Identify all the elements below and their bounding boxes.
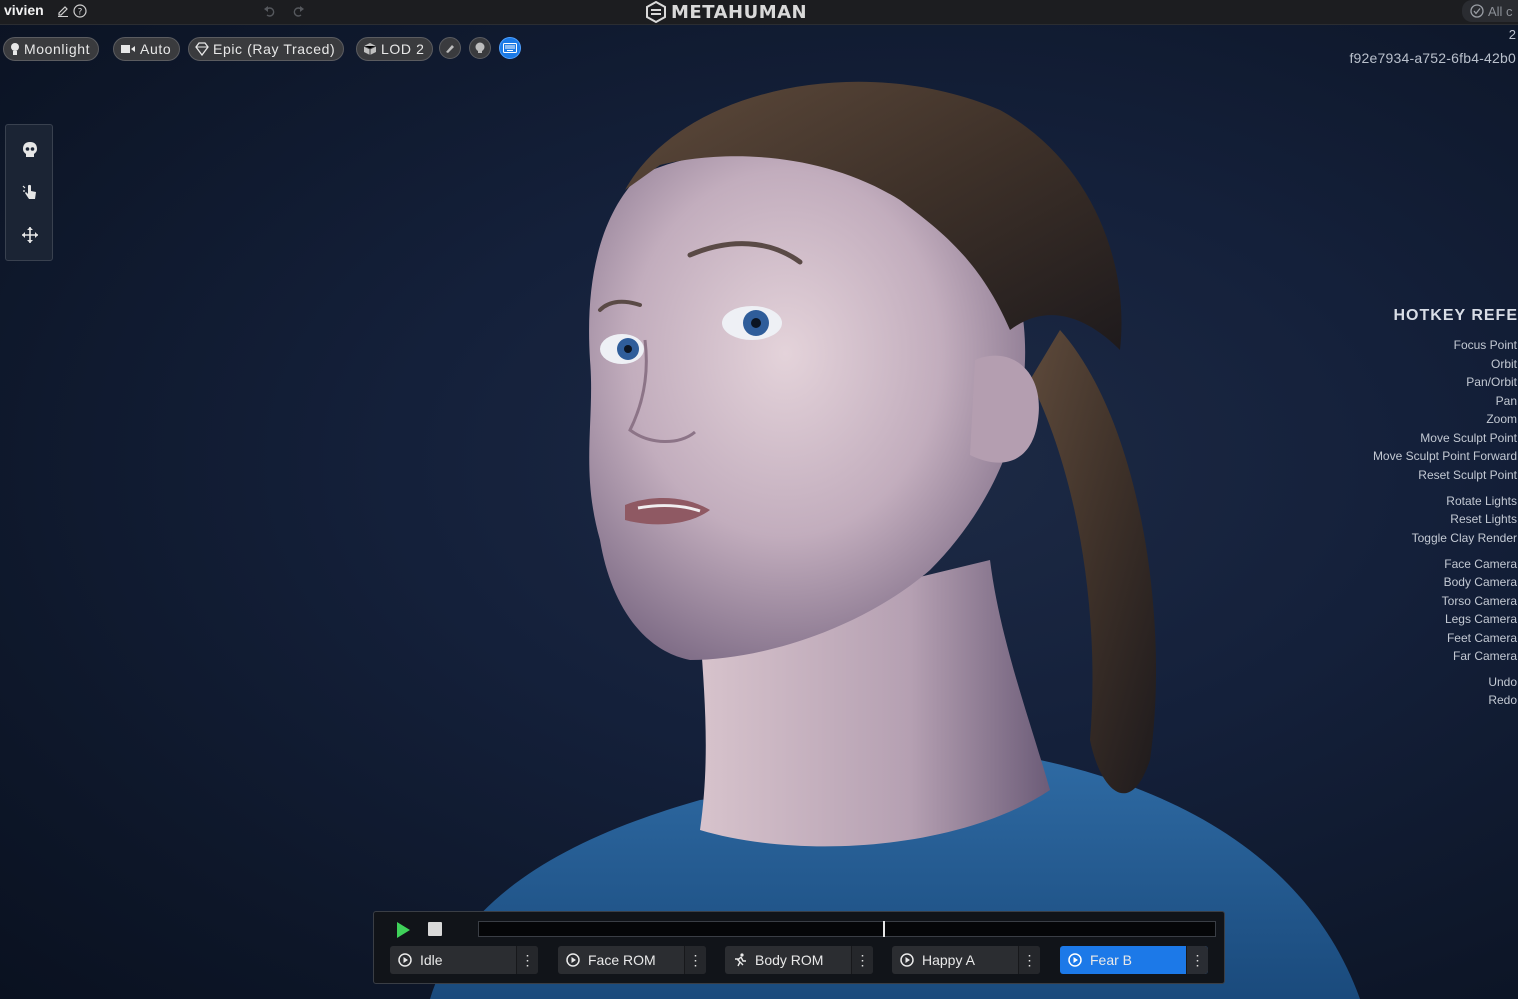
hotkey-item: Feet Camera — [1446, 631, 1517, 645]
anim-select[interactable]: Fear B — [1060, 946, 1186, 974]
animation-timeline[interactable] — [478, 921, 1216, 937]
help-icon[interactable]: ? — [72, 3, 88, 19]
save-status-button[interactable]: All c — [1462, 0, 1518, 22]
hotkey-item: Zoom — [1486, 412, 1517, 426]
anim-label: Idle — [420, 952, 443, 968]
hotkey-item: Rotate Lights — [1446, 494, 1517, 508]
anim-select[interactable]: Face ROM — [558, 946, 684, 974]
keyboard-icon — [503, 43, 517, 53]
play-circle-icon — [900, 953, 914, 967]
anim-options-button[interactable]: ⋮ — [851, 946, 873, 974]
anim-button-fear-b[interactable]: Fear B ⋮ — [1060, 946, 1208, 974]
anim-label: Fear B — [1090, 952, 1133, 968]
svg-text:?: ? — [78, 8, 83, 18]
anim-select[interactable]: Body ROM — [725, 946, 851, 974]
hotkey-item: Reset Lights — [1450, 512, 1517, 526]
anim-options-button[interactable]: ⋮ — [516, 946, 538, 974]
hotkey-item: Pan — [1495, 394, 1517, 408]
sculpt-tool[interactable] — [18, 180, 42, 204]
quality-dropdown[interactable]: Epic (Ray Traced) — [188, 37, 345, 61]
hotkey-item: Orbit — [1490, 357, 1517, 371]
hotkey-item: Undo — [1488, 675, 1517, 689]
character-uuid: f92e7934-a752-6fb4-42b0 — [1349, 50, 1516, 66]
metahuman-logo: METAHUMAN — [645, 0, 807, 24]
animation-playback-bar: Idle ⋮ Face ROM ⋮ Body ROM ⋮ Happy A ⋮ F… — [373, 911, 1225, 984]
hand-pointer-icon — [22, 184, 36, 199]
logo-text: METAHUMAN — [671, 1, 808, 23]
lod-dropdown[interactable]: LOD 2 — [356, 37, 434, 61]
edit-icon[interactable] — [55, 3, 71, 19]
lighting-dropdown[interactable]: Moonlight — [3, 37, 100, 61]
hotkey-item: Focus Point — [1453, 338, 1517, 352]
head-view-button[interactable] — [469, 37, 491, 59]
timeline-playhead[interactable] — [883, 921, 885, 937]
quality-label: Epic (Ray Traced) — [213, 41, 336, 57]
project-name[interactable]: vivien — [4, 2, 44, 18]
anim-label: Body ROM — [755, 952, 824, 968]
cube-icon — [363, 43, 377, 55]
hotkey-item: Torso Camera — [1441, 594, 1517, 608]
anim-select[interactable]: Idle — [390, 946, 516, 974]
head-icon — [475, 42, 485, 53]
stop-button[interactable] — [428, 922, 442, 936]
diamond-icon — [195, 42, 209, 56]
brush-icon — [446, 45, 454, 53]
hotkey-item: Legs Camera — [1444, 612, 1517, 626]
anim-button-idle[interactable]: Idle ⋮ — [390, 946, 538, 974]
hotkey-item: Move Sculpt Point Forward — [1372, 449, 1517, 463]
lighting-label: Moonlight — [24, 41, 91, 57]
anim-label: Happy A — [922, 952, 975, 968]
video-camera-icon — [121, 45, 135, 53]
skull-tool[interactable] — [18, 138, 42, 162]
lod-label: LOD 2 — [381, 41, 425, 57]
anim-options-button[interactable]: ⋮ — [684, 946, 706, 974]
play-circle-icon — [566, 953, 580, 967]
undo-icon[interactable] — [262, 3, 278, 19]
save-status-label: All c — [1488, 3, 1513, 19]
camera-dropdown[interactable]: Auto — [113, 37, 181, 61]
anim-options-button[interactable]: ⋮ — [1186, 946, 1208, 974]
character-viewport[interactable]: Moonlight Auto Epic (Ray Traced) LOD 2 2… — [0, 25, 1518, 999]
camera-label: Auto — [140, 41, 172, 57]
hotkey-item: Body Camera — [1443, 575, 1517, 589]
lightbulb-icon — [11, 43, 19, 55]
tool-panel — [5, 124, 53, 261]
move-arrows-icon — [22, 227, 38, 243]
move-tool[interactable] — [18, 223, 42, 247]
hotkey-item: Far Camera — [1452, 649, 1517, 663]
hotkey-item: Redo — [1488, 693, 1517, 707]
play-circle-icon — [398, 953, 412, 967]
hotkey-item: Face Camera — [1444, 557, 1517, 571]
running-figure-icon — [735, 953, 746, 967]
hotkey-item: Reset Sculpt Point — [1418, 468, 1517, 482]
anim-button-face-rom[interactable]: Face ROM ⋮ — [558, 946, 706, 974]
top-bar: vivien ? METAHUMAN All c — [0, 0, 1518, 25]
play-button[interactable] — [394, 921, 412, 939]
hotkey-item: Move Sculpt Point — [1420, 431, 1517, 445]
hotkey-item: Pan/Orbit — [1466, 375, 1517, 389]
anim-button-body-rom[interactable]: Body ROM ⋮ — [725, 946, 873, 974]
viewport-counter: 2 — [1508, 27, 1516, 42]
anim-options-button[interactable]: ⋮ — [1018, 946, 1040, 974]
check-circle-icon — [1470, 4, 1484, 18]
anim-button-happy-a[interactable]: Happy A ⋮ — [892, 946, 1040, 974]
keyboard-hotkeys-button[interactable] — [499, 37, 521, 59]
hotkey-item: Toggle Clay Render — [1411, 531, 1517, 545]
play-circle-icon — [1068, 953, 1082, 967]
redo-icon[interactable] — [290, 3, 306, 19]
character-render — [430, 81, 1360, 999]
hair-toggle-button[interactable] — [439, 37, 461, 59]
metahuman-logo-icon — [646, 1, 666, 23]
hotkey-title: HOTKEY REFE — [1393, 307, 1518, 324]
anim-label: Face ROM — [588, 952, 656, 968]
anim-select[interactable]: Happy A — [892, 946, 1018, 974]
skull-icon — [23, 142, 37, 157]
